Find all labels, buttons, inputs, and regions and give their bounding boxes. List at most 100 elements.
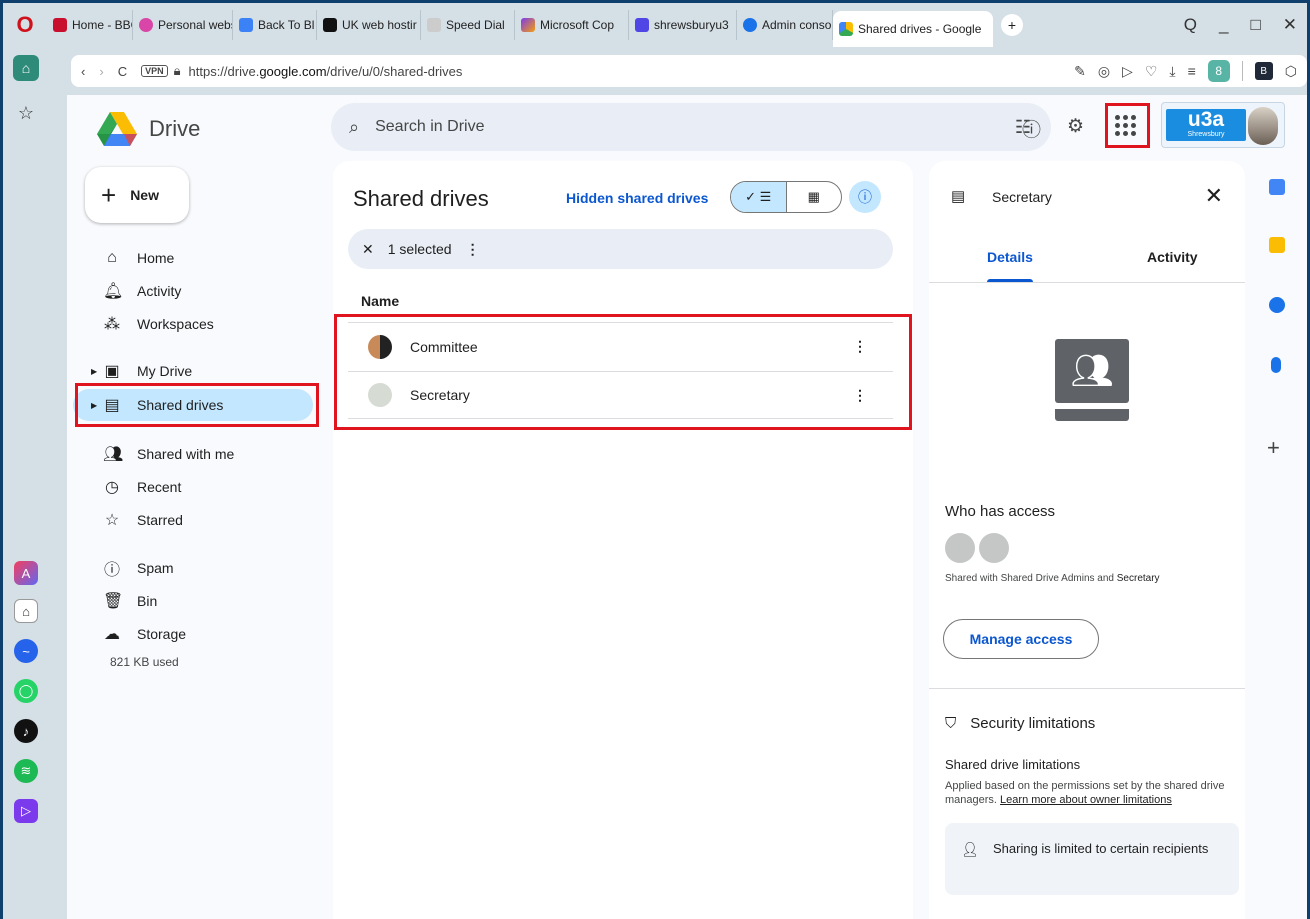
tab-copilot[interactable]: Microsoft Cop [515, 10, 629, 40]
more-icon[interactable]: ⋮ [853, 387, 867, 404]
keep-icon[interactable] [1269, 237, 1285, 253]
cube-icon[interactable]: ⬡ [1285, 63, 1297, 80]
drive-logo-icon [97, 112, 137, 146]
more-icon[interactable]: ⋮ [853, 338, 867, 355]
caret-right-icon[interactable]: ▶ [91, 401, 97, 410]
drive-title: Drive [149, 116, 201, 141]
extension-icon[interactable]: B [1254, 62, 1273, 80]
new-tab-button[interactable]: + [1001, 14, 1023, 36]
send-icon[interactable]: ▷ [1122, 63, 1133, 80]
nav-starred[interactable]: ☆ Starred [73, 504, 313, 536]
tab-bbc[interactable]: Home - BBC N [47, 10, 133, 40]
home-icon[interactable]: ⌂ [13, 55, 39, 81]
nav-shared-with-me[interactable]: 👥︎ Shared with me [73, 438, 313, 470]
tab-admin-console[interactable]: Admin consol [737, 10, 833, 40]
spotify-icon[interactable]: ≋ [14, 759, 38, 783]
clear-selection-icon[interactable]: ✕ [362, 241, 374, 258]
help-icon[interactable]: ⓘ [1022, 115, 1041, 142]
list-view-button[interactable]: ✓ ☰ [731, 182, 787, 212]
personal-favicon-icon [139, 18, 153, 32]
back-icon[interactable]: ‹ [81, 64, 85, 79]
opera-logo[interactable]: O [3, 3, 47, 47]
nav-shared-drives[interactable]: ▶ ▤ Shared drives [73, 389, 313, 421]
tab-speed-dial[interactable]: Speed Dial [421, 10, 515, 40]
menu-icon[interactable]: ≡ [1188, 63, 1196, 79]
security-limitations-heading: ⛉ Security limitations [945, 715, 1096, 732]
add-addon-icon[interactable]: + [1267, 435, 1280, 461]
nav-home[interactable]: ⌂ Home [73, 242, 313, 274]
access-avatars[interactable] [945, 533, 1009, 563]
hidden-shared-drives-link[interactable]: Hidden shared drives [566, 190, 708, 206]
close-icon[interactable]: ✕ [1205, 183, 1223, 209]
nav-bin[interactable]: 🗑︎ Bin [73, 585, 313, 617]
tab-activity[interactable]: Activity [1147, 249, 1198, 265]
minimize-button[interactable]: _ [1219, 15, 1228, 35]
aria-icon[interactable]: A [14, 561, 38, 585]
settings-icon[interactable]: ⚙ [1067, 115, 1084, 142]
address-bar[interactable]: ‹ › C VPN 🔒︎ https://drive.google.com/dr… [71, 55, 1307, 87]
tab-back-to[interactable]: Back To Bl [233, 10, 317, 40]
learn-more-link[interactable]: Learn more about owner limitations [1000, 794, 1172, 806]
tasks-icon[interactable] [1269, 297, 1285, 313]
search-bar[interactable]: ⌕ Search in Drive ☷ [331, 103, 1051, 151]
search-icon[interactable]: ⌕ [349, 117, 359, 138]
tab-details[interactable]: Details [987, 249, 1033, 265]
table-row[interactable]: Secretary ⋮ [348, 371, 893, 419]
limitations-text: Applied based on the permissions set by … [945, 780, 1225, 806]
row-name: Committee [410, 338, 478, 355]
more-actions-icon[interactable]: ⋮ [466, 241, 480, 258]
nav-spam[interactable]: ⓘ Spam [73, 552, 313, 584]
table-row[interactable]: Committee ⋮ [348, 322, 893, 370]
forward-icon[interactable]: › [99, 64, 103, 79]
maximize-button[interactable]: □ [1250, 15, 1260, 35]
edit-icon[interactable]: ✎ [1074, 63, 1086, 80]
grid-view-button[interactable]: ▦ [787, 182, 842, 212]
shopping-icon[interactable]: ⌂ [14, 599, 38, 623]
nav-storage[interactable]: ☁ Storage [73, 618, 313, 650]
heart-icon[interactable]: ♡ [1145, 63, 1158, 80]
new-button[interactable]: + New [85, 167, 189, 223]
info-icon[interactable]: ⓘ [849, 181, 881, 213]
tab-shared-drives[interactable]: Shared drives - Google [833, 11, 993, 47]
star-icon: ☆ [104, 512, 120, 529]
download-icon[interactable]: ⤓ [1169, 63, 1175, 80]
reload-icon[interactable]: C [118, 64, 127, 79]
google-apps-icon[interactable] [1110, 110, 1140, 140]
search-input[interactable]: Search in Drive [375, 118, 484, 136]
tab-search-icon[interactable]: Q [1184, 15, 1197, 35]
messenger-icon[interactable]: ~ [14, 639, 38, 663]
manage-access-button[interactable]: Manage access [943, 619, 1099, 659]
shared-drive-icon: ▤ [104, 397, 120, 414]
camera-icon[interactable]: ◎ [1098, 63, 1110, 80]
url-text[interactable]: https://drive.google.com/drive/u/0/share… [189, 64, 463, 79]
profile-button[interactable]: 8 [1207, 60, 1230, 82]
calendar-icon[interactable] [1269, 179, 1285, 195]
player-icon[interactable]: ▷ [14, 799, 38, 823]
selection-count: 1 selected [387, 241, 452, 257]
tab-uk-web[interactable]: UK web hostir [317, 10, 421, 40]
row-name: Secretary [410, 387, 470, 403]
nav-my-drive[interactable]: ▶ ▣ My Drive [73, 355, 313, 387]
drive-logo[interactable]: Drive [97, 112, 200, 146]
nav-activity[interactable]: 🔔︎ Activity [73, 275, 313, 307]
nav-workspaces[interactable]: ⁂ Workspaces [73, 308, 313, 340]
nav-recent[interactable]: ◷ Recent [73, 471, 313, 503]
tab-shrewsbury[interactable]: shrewsburyu3 [629, 10, 737, 40]
pinboard-icon[interactable]: ☆ [14, 101, 38, 125]
vpn-badge[interactable]: VPN [141, 65, 168, 77]
divider [929, 282, 1245, 283]
close-window-button[interactable]: ✕ [1283, 15, 1297, 35]
tiktok-icon[interactable]: ♪ [14, 719, 38, 743]
whatsapp-icon[interactable]: ◯ [14, 679, 38, 703]
contacts-icon[interactable] [1271, 357, 1281, 373]
caret-right-icon[interactable]: ▶ [91, 367, 97, 376]
drive-favicon-icon [839, 22, 853, 36]
account-button[interactable]: u3a Shrewsbury [1161, 102, 1285, 148]
tab-personal[interactable]: Personal webs [133, 10, 233, 40]
opera-sidebar: ☆ A ⌂ ~ ◯ ♪ ≋ ▷ [3, 95, 67, 919]
uk-web-favicon-icon [323, 18, 337, 32]
bbc-favicon-icon [53, 18, 67, 32]
column-header-name[interactable]: Name [361, 293, 399, 309]
avatar [945, 533, 975, 563]
person-limit-icon: 👤︎ [961, 841, 979, 857]
